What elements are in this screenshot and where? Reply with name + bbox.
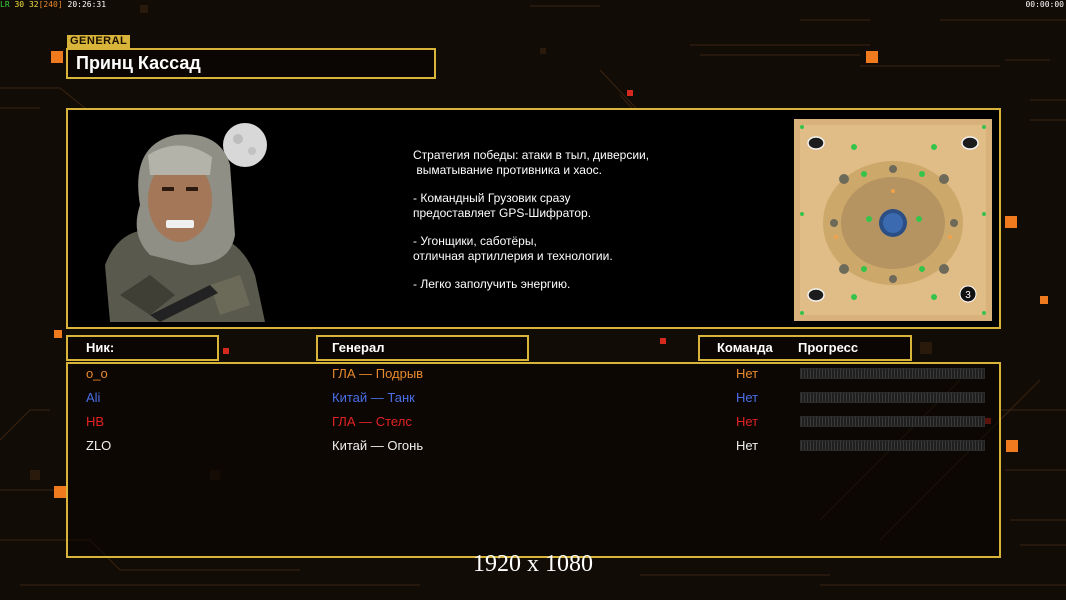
player-general: Китай — Танк — [332, 390, 415, 405]
player-nick: o_o — [86, 366, 108, 381]
general-portrait — [80, 115, 285, 322]
player-team: Нет — [736, 390, 759, 405]
header-general-box: Генерал — [316, 335, 529, 361]
desc-line-4: предоставляет GPS-Шифратор. — [413, 206, 592, 220]
desc-line-1: Стратегия победы: атаки в тыл, диверсии, — [413, 148, 650, 162]
fps-value-3: [240] — [38, 0, 63, 9]
player-nick: HB — [86, 414, 105, 429]
player-progress-bar — [800, 392, 985, 403]
desc-line-5: - Угонщики, саботёры, — [413, 234, 537, 248]
map-preview: 3 — [794, 119, 992, 321]
header-general: Генерал — [332, 340, 385, 355]
player-nick: Ali — [86, 390, 101, 405]
general-tag: GENERAL — [67, 35, 131, 48]
player-progress-bar — [800, 440, 985, 451]
player-nick: ZLO — [86, 438, 112, 453]
player-general: ГЛА — Подрыв — [332, 366, 424, 381]
desc-line-3: - Командный Грузовик сразу — [413, 191, 571, 205]
status-bar: LR 30 32[240] 20:26:31 — [0, 0, 106, 9]
header-nick-box: Ник: — [66, 335, 219, 361]
desc-line-2: выматывание противника и хаос. — [413, 163, 602, 177]
player-general: Китай — Огонь — [332, 438, 424, 453]
player-team: Нет — [736, 438, 759, 453]
clock-left: 20:26:31 — [67, 0, 107, 9]
desc-line-6: отличная артиллерия и технологии. — [413, 249, 613, 263]
player-general: ГЛА — Стелс — [332, 414, 412, 429]
clock-right: 00:00:00 — [1025, 0, 1064, 9]
general-name-box: Принц Кассад — [66, 48, 436, 79]
fps-prefix: LR — [0, 0, 10, 9]
player-progress-bar — [800, 416, 985, 427]
fps-value-2: 32 — [28, 0, 39, 9]
header-team: Команда — [717, 340, 773, 355]
map-player-count: 3 — [965, 290, 971, 301]
player-team: Нет — [736, 366, 759, 381]
fps-value-1: 30 — [14, 0, 25, 9]
header-team-progress-box: Команда Прогресс — [698, 335, 912, 361]
header-nick: Ник: — [86, 340, 115, 355]
player-progress-bar — [800, 368, 985, 379]
desc-line-7: - Легко заполучить энергию. — [413, 277, 571, 291]
general-description: Стратегия победы: атаки в тыл, диверсии,… — [413, 148, 733, 305]
general-name: Принц Кассад — [76, 53, 201, 73]
player-team: Нет — [736, 414, 759, 429]
header-progress: Прогресс — [798, 340, 859, 355]
resolution-caption: 1920 x 1080 — [473, 551, 593, 577]
